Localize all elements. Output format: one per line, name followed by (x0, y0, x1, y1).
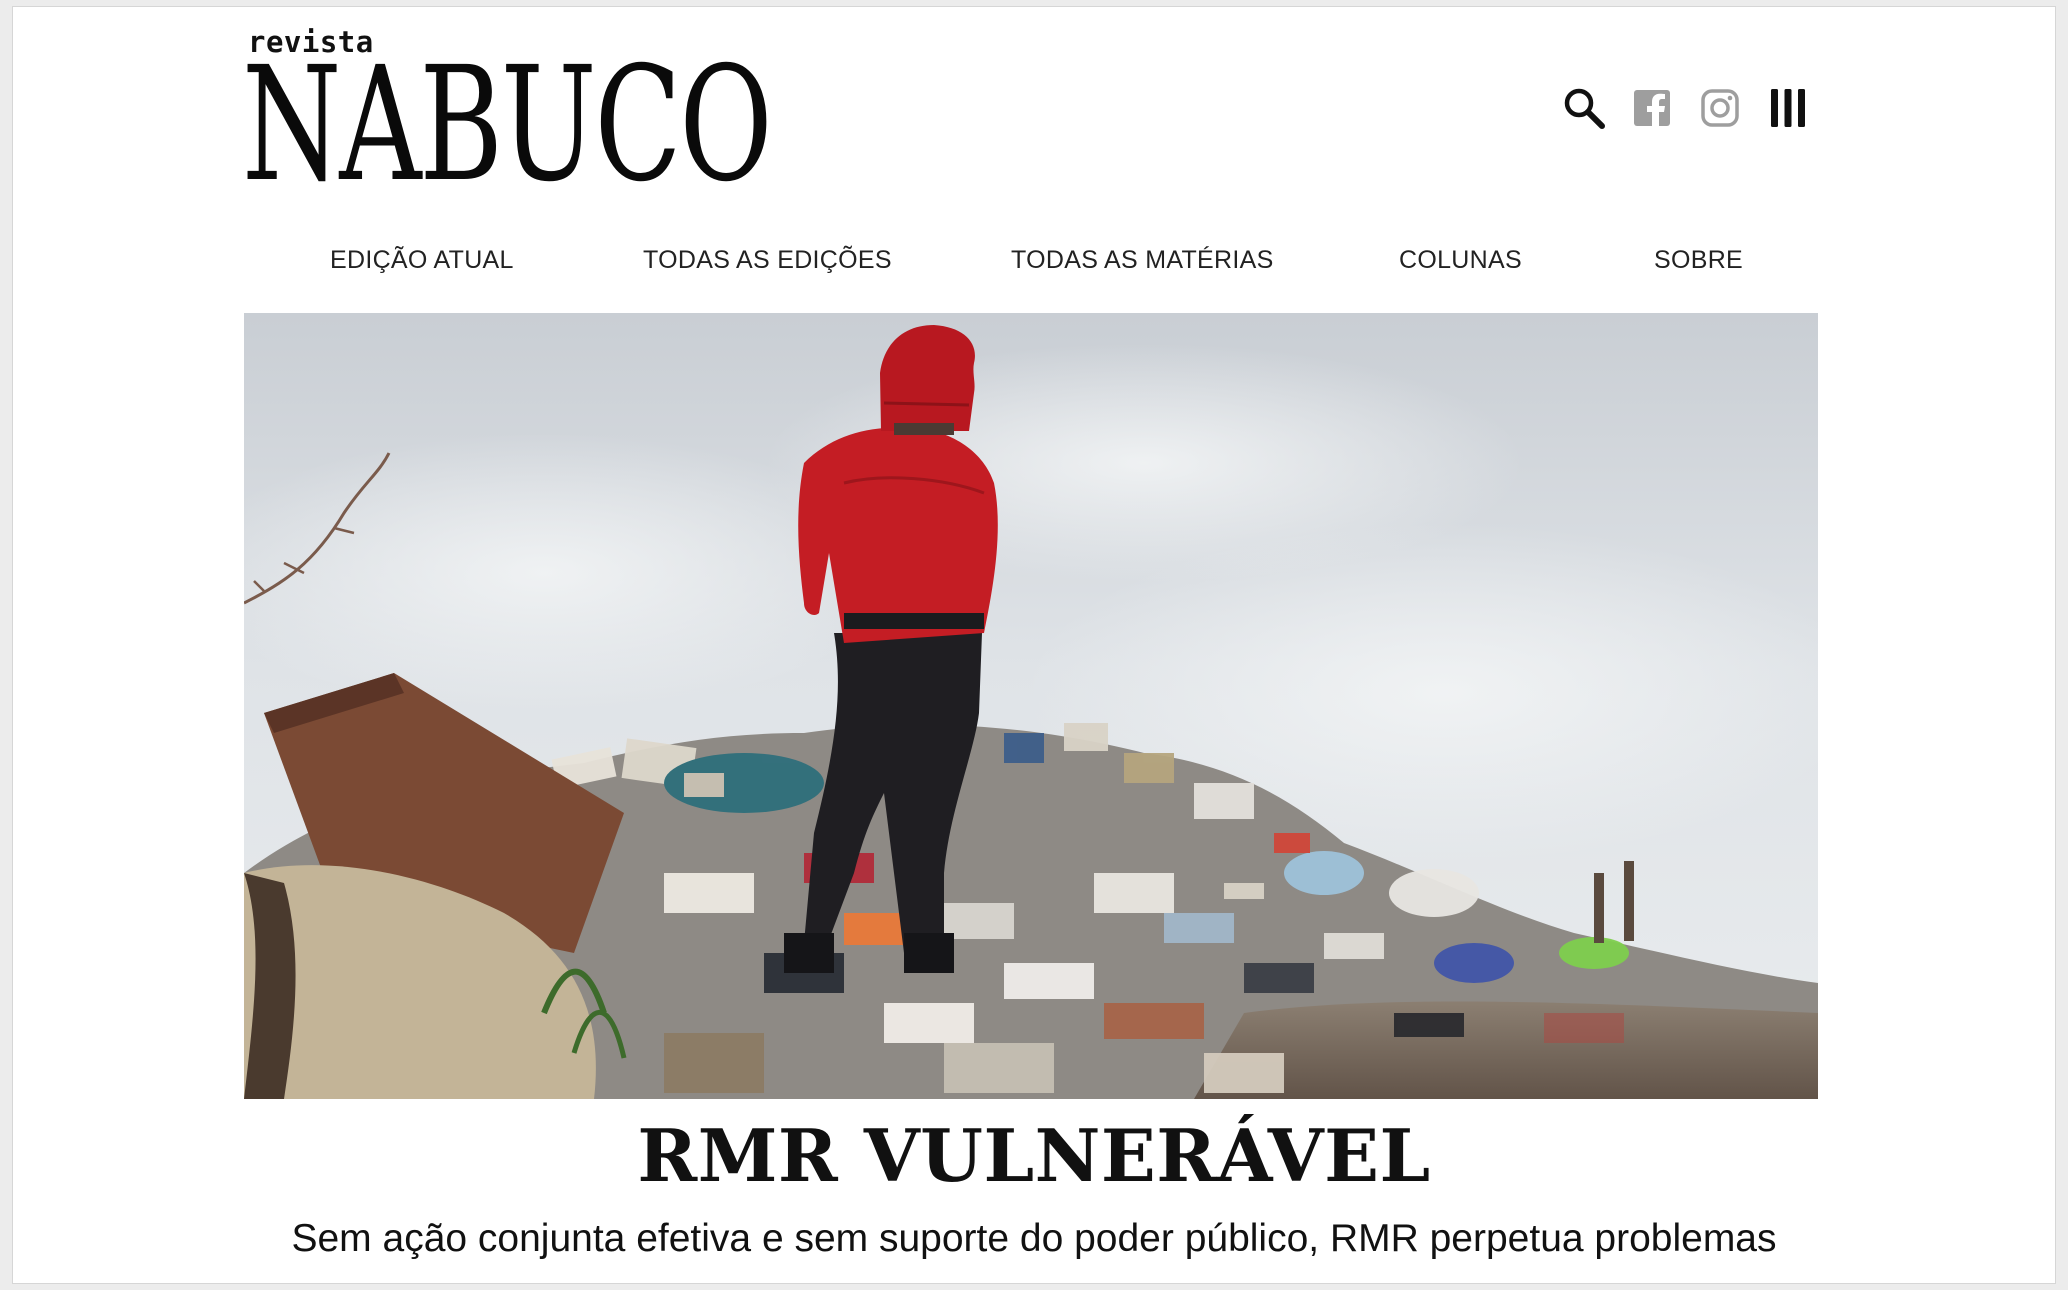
hero-image[interactable] (244, 313, 1818, 1099)
search-icon[interactable] (1560, 84, 1608, 132)
instagram-icon[interactable] (1696, 84, 1744, 132)
nav-item-sobre[interactable]: SOBRE (1654, 240, 1743, 280)
logo-nabuco-text: NABUCO (242, 33, 773, 217)
main-nav: EDIÇÃO ATUAL TODAS AS EDIÇÕES TODAS AS M… (0, 240, 2068, 280)
nav-item-edicao-atual[interactable]: EDIÇÃO ATUAL (330, 240, 514, 280)
nav-item-todas-as-edicoes[interactable]: TODAS AS EDIÇÕES (643, 240, 892, 280)
article-subtitle: Sem ação conjunta efetiva e sem suporte … (291, 1217, 1777, 1260)
site-logo[interactable]: revista NABUCO (242, 28, 773, 205)
nav-item-colunas[interactable]: COLUNAS (1399, 240, 1522, 280)
menu-icon[interactable] (1764, 84, 1812, 132)
facebook-icon[interactable] (1628, 84, 1676, 132)
nav-item-todas-as-materias[interactable]: TODAS AS MATÉRIAS (1011, 240, 1274, 280)
article-title[interactable]: RMR VULNERÁVEL (0, 1112, 2068, 1200)
header-icons (1560, 84, 1820, 140)
